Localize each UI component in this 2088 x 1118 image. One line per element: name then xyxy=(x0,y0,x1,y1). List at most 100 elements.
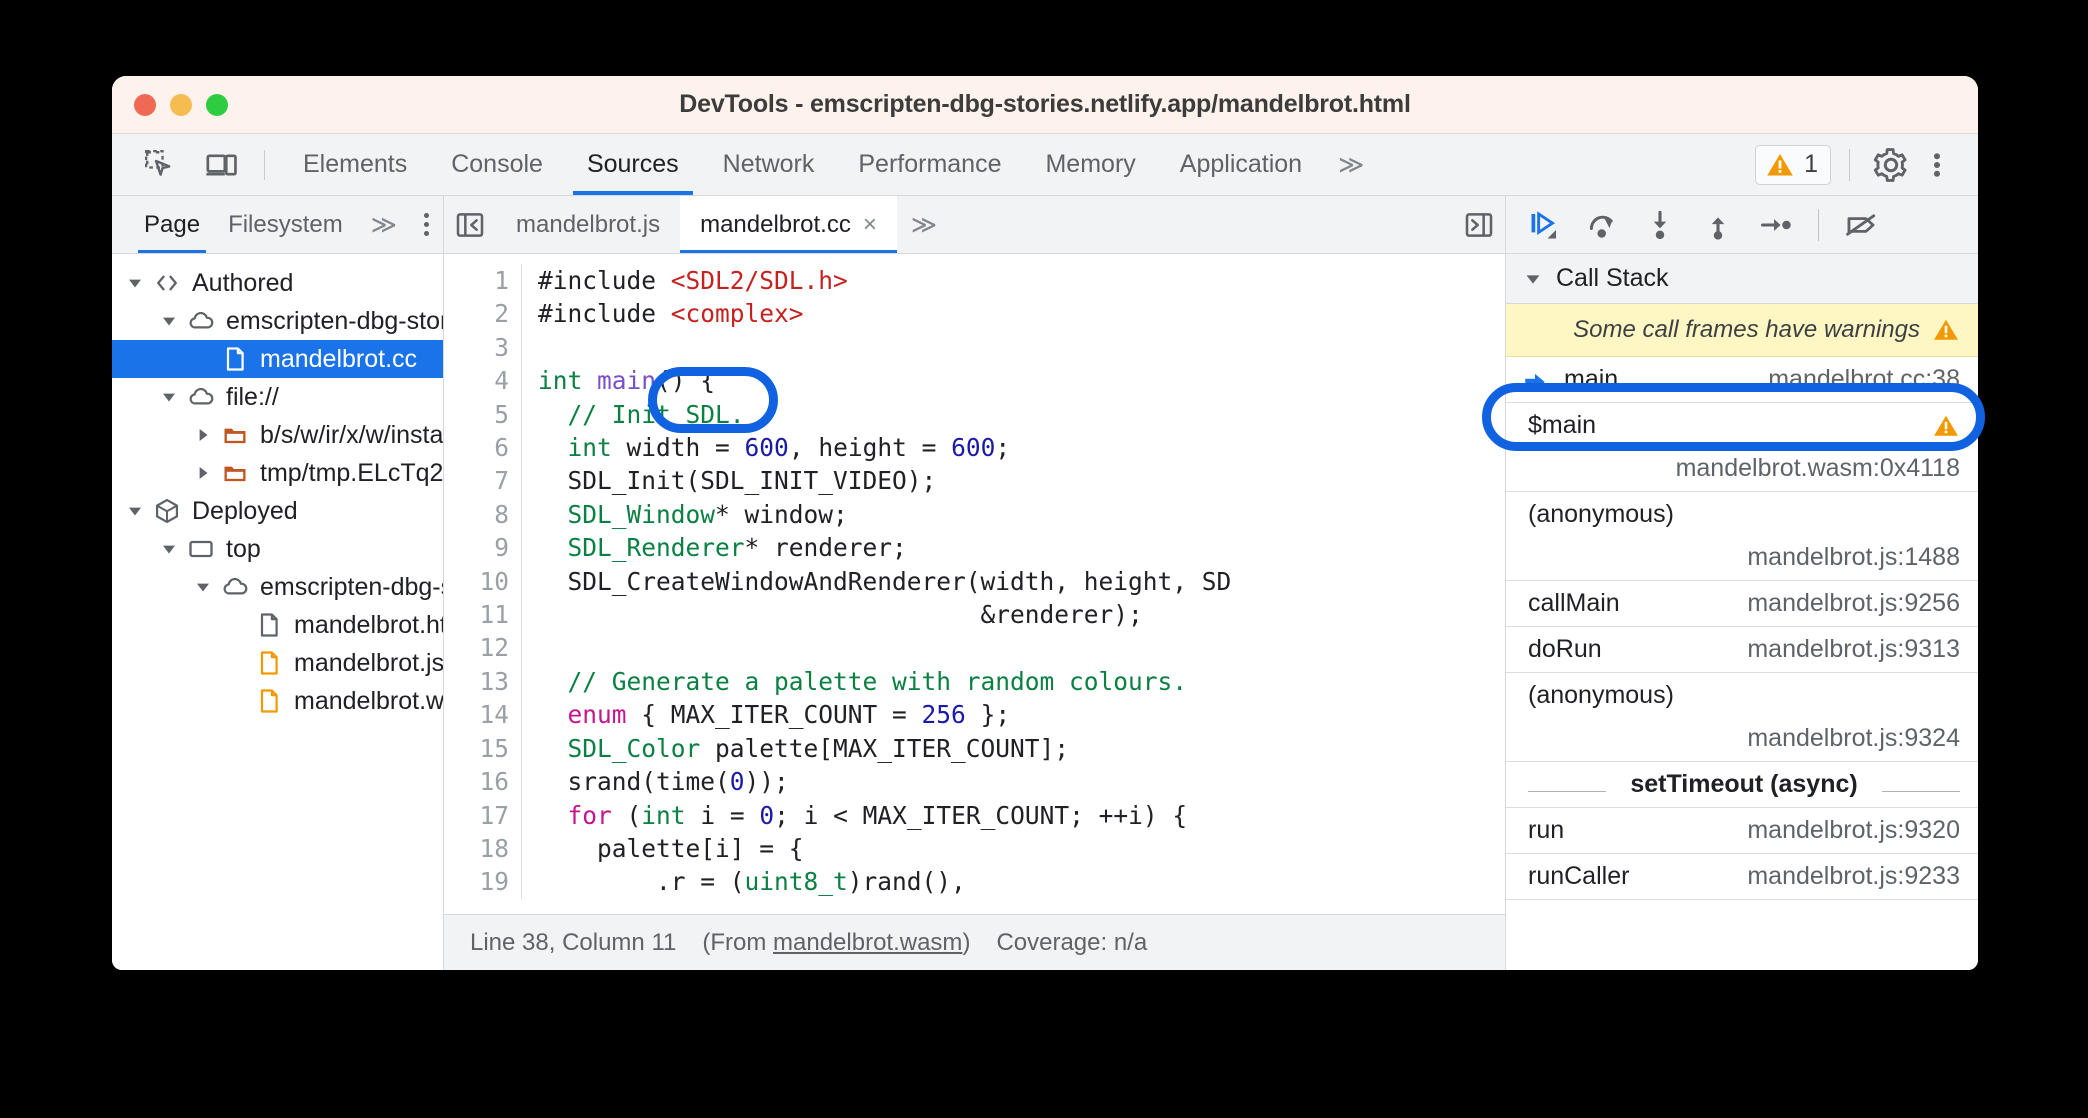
panel-tabs: Elements Console Sources Network Perform… xyxy=(281,134,1375,195)
tree-item-icon-wrap xyxy=(152,268,182,298)
code-token: ; xyxy=(995,433,1011,463)
tab-label: Application xyxy=(1179,150,1303,178)
navigator-more-chevron-icon[interactable]: ≫ xyxy=(357,210,408,240)
step-over-icon[interactable] xyxy=(1576,202,1628,248)
code-content: 1 2 3 4 5 6 7 8 9 10 11 12 13 14 15 16 17 18 19 #include <… xyxy=(444,254,1505,899)
code-editor[interactable]: 1 2 3 4 5 6 7 8 9 10 11 12 13 14 15 16 17 18 19 #include <… xyxy=(444,254,1505,914)
tree-item[interactable]: emscripten-dbg-stor xyxy=(112,568,443,606)
tree-item[interactable]: emscripten-dbg-stories xyxy=(112,302,443,340)
tab-memory[interactable]: Memory xyxy=(1023,134,1157,195)
tab-network[interactable]: Network xyxy=(701,134,837,195)
code-line: SDL_CreateWindowAndRenderer(width, heigh… xyxy=(538,565,1232,598)
chevron-right-icon[interactable] xyxy=(194,464,212,482)
source-code-text[interactable]: #include <SDL2/SDL.h> #include <complex> … xyxy=(522,264,1231,899)
code-line: enum { MAX_ITER_COUNT = 256 }; xyxy=(538,698,1231,731)
call-stack-frame[interactable]: runCaller mandelbrot.js:9233 xyxy=(1506,854,1978,900)
tree-item[interactable]: b/s/w/ir/x/w/install xyxy=(112,416,443,454)
kebab-menu-icon[interactable] xyxy=(1914,142,1960,188)
device-toolbar-icon[interactable] xyxy=(196,143,248,187)
code-line: // Generate a palette with random colour… xyxy=(538,665,1231,698)
tab-console[interactable]: Console xyxy=(429,134,565,195)
editor-more-tabs-chevron-icon[interactable]: ≫ xyxy=(897,210,948,240)
tree-item-label: b/s/w/ir/x/w/install xyxy=(260,420,443,449)
expand-sidebar-icon[interactable] xyxy=(1453,196,1505,253)
chevron-down-icon[interactable] xyxy=(126,502,144,520)
tree-item[interactable]: mandelbrot.js xyxy=(112,644,443,682)
devtools-window: DevTools - emscripten-dbg-stories.netlif… xyxy=(112,76,1978,970)
line-number: 16 xyxy=(479,767,509,797)
inspect-element-icon[interactable] xyxy=(134,143,186,187)
chevron-down-icon[interactable] xyxy=(126,274,144,292)
tree-twisty[interactable] xyxy=(124,272,146,294)
tree-twisty[interactable] xyxy=(192,424,214,446)
step-out-icon[interactable] xyxy=(1692,202,1744,248)
code-token: }; xyxy=(965,700,1011,730)
chevron-right-icon[interactable] xyxy=(194,426,212,444)
debugger-pane: Call Stack Some call frames have warning… xyxy=(1506,196,1978,970)
call-stack-frame[interactable]: main mandelbrot.cc:38 xyxy=(1506,357,1978,403)
call-stack-frame[interactable]: doRun mandelbrot.js:9313 xyxy=(1506,627,1978,673)
more-panels-chevron-icon[interactable]: ≫ xyxy=(1324,150,1375,180)
code-token: SDL_CreateWindowAndRenderer(width, heigh… xyxy=(538,566,1232,596)
line-number: 10 xyxy=(479,566,509,596)
tree-item[interactable]: top xyxy=(112,530,443,568)
deactivate-breakpoints-icon[interactable] xyxy=(1835,202,1887,248)
chevron-down-icon[interactable] xyxy=(160,312,178,330)
code-token: int xyxy=(567,433,612,463)
call-stack-header[interactable]: Call Stack xyxy=(1506,254,1978,304)
tab-performance[interactable]: Performance xyxy=(836,134,1023,195)
tree-item[interactable]: mandelbrot.html xyxy=(112,606,443,644)
tree-twisty[interactable] xyxy=(124,500,146,522)
chevron-down-icon[interactable] xyxy=(160,540,178,558)
gear-icon[interactable] xyxy=(1868,142,1914,188)
code-token: 0 xyxy=(759,800,775,830)
tree-item-label: emscripten-dbg-stories xyxy=(226,306,443,335)
call-stack-frame[interactable]: (anonymous) mandelbrot.js:9324 xyxy=(1506,673,1978,762)
tab-elements[interactable]: Elements xyxy=(281,134,429,195)
tree-twisty[interactable] xyxy=(158,310,180,332)
close-icon[interactable]: × xyxy=(863,211,877,239)
tree-item[interactable]: Deployed xyxy=(112,492,443,530)
tree-item[interactable]: file:// xyxy=(112,378,443,416)
step-into-icon[interactable] xyxy=(1634,202,1686,248)
tab-sources[interactable]: Sources xyxy=(565,134,701,195)
code-token: , height = xyxy=(788,433,952,463)
editor-tab-mandelbrot-js[interactable]: mandelbrot.js xyxy=(496,196,680,253)
resume-icon[interactable] xyxy=(1518,202,1570,248)
tree-item[interactable]: mandelbrot.wasm xyxy=(112,682,443,720)
code-token: palette[i] = { xyxy=(538,833,804,863)
line-number: 8 xyxy=(494,499,509,529)
navigator-kebab-menu-icon[interactable] xyxy=(408,213,445,236)
cloud-icon xyxy=(189,311,214,329)
chevron-down-icon[interactable] xyxy=(160,388,178,406)
origin-link[interactable]: mandelbrot.wasm xyxy=(773,929,962,956)
navigator-tab-page[interactable]: Page xyxy=(130,196,214,253)
collapse-sidebar-icon[interactable] xyxy=(444,196,496,253)
tree-item[interactable]: tmp/tmp.ELcTq2YGM xyxy=(112,454,443,492)
warning-count-badge[interactable]: 1 xyxy=(1755,144,1831,185)
code-line: SDL_Color palette[MAX_ITER_COUNT]; xyxy=(538,732,1231,765)
call-stack-frame[interactable]: run mandelbrot.js:9320 xyxy=(1506,808,1978,854)
tree-twisty[interactable] xyxy=(192,462,214,484)
window-titlebar: DevTools - emscripten-dbg-stories.netlif… xyxy=(112,76,1978,134)
tab-application[interactable]: Application xyxy=(1158,134,1324,195)
folder-icon-orange xyxy=(224,466,246,482)
editor-tab-mandelbrot-cc[interactable]: mandelbrot.cc × xyxy=(680,196,897,253)
call-stack-frame[interactable]: (anonymous) mandelbrot.js:1488 xyxy=(1506,492,1978,581)
tree-twisty[interactable] xyxy=(192,576,214,598)
call-stack-frame[interactable]: callMain mandelbrot.js:9256 xyxy=(1506,581,1978,627)
chevron-down-icon[interactable] xyxy=(194,578,212,596)
editor-tab-label: mandelbrot.cc xyxy=(700,210,851,238)
tree-twisty[interactable] xyxy=(158,538,180,560)
tree-twisty[interactable] xyxy=(158,386,180,408)
file-icon-orange xyxy=(260,651,278,675)
navigator-tab-filesystem[interactable]: Filesystem xyxy=(214,196,357,253)
step-icon[interactable] xyxy=(1750,202,1802,248)
tree-item[interactable]: mandelbrot.cc xyxy=(112,340,443,378)
screenshot-root: DevTools - emscripten-dbg-stories.netlif… xyxy=(0,0,2088,1118)
tree-item[interactable]: Authored xyxy=(112,264,443,302)
call-stack-frame[interactable]: $main mandelbrot.wasm:0x4118 xyxy=(1506,403,1978,492)
tree-item-label: mandelbrot.js xyxy=(294,648,443,677)
